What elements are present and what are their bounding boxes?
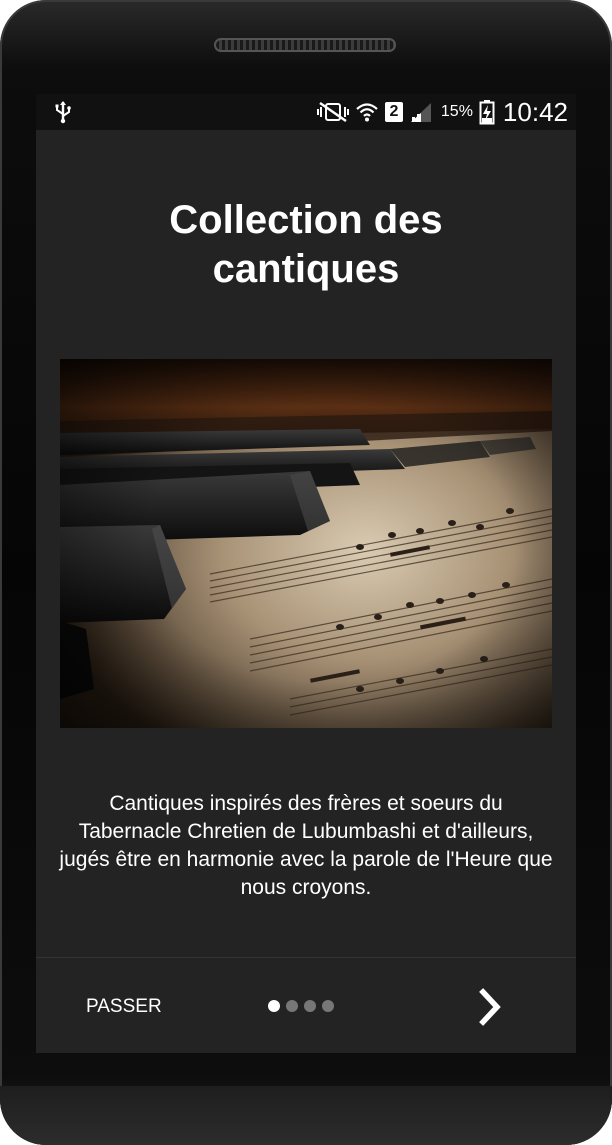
mute-vibrate-icon bbox=[316, 101, 349, 123]
piano-illustration bbox=[60, 359, 552, 728]
skip-button[interactable]: PASSER bbox=[74, 992, 174, 1022]
page-dot-2 bbox=[286, 1000, 298, 1012]
page-dot-4 bbox=[322, 1000, 334, 1012]
next-button[interactable] bbox=[466, 982, 514, 1032]
status-clock: 10:42 bbox=[502, 96, 568, 127]
page-dot-1 bbox=[268, 1000, 280, 1012]
page-dot-3 bbox=[304, 1000, 316, 1012]
wifi-icon bbox=[356, 103, 378, 122]
earpiece-speaker bbox=[214, 38, 396, 52]
title-line-2: cantiques bbox=[212, 247, 400, 291]
page-indicator bbox=[268, 1000, 340, 1012]
status-icons: 2 15% 10:42 bbox=[311, 94, 568, 130]
title-line-1: Collection des bbox=[169, 198, 443, 242]
app-screen: 2 15% 10:42 Collection des cantiques Can… bbox=[36, 94, 576, 1053]
piano-sheet-music-image bbox=[60, 359, 552, 728]
bottom-bar-divider bbox=[36, 957, 576, 958]
sim-badge: 2 bbox=[384, 102, 403, 122]
chevron-right-icon bbox=[479, 988, 501, 1026]
usb-icon bbox=[55, 101, 71, 124]
battery-charging-icon bbox=[479, 100, 495, 125]
signal-icon bbox=[410, 103, 431, 122]
status-bar: 2 15% 10:42 bbox=[36, 94, 576, 130]
phone-frame: 2 15% 10:42 Collection des cantiques Can… bbox=[0, 0, 612, 1145]
onboarding-description: Cantiques inspirés des frères et soeurs … bbox=[59, 792, 553, 899]
battery-percentage: 15% bbox=[440, 103, 473, 120]
phone-chin bbox=[0, 1086, 612, 1145]
onboarding-title: Collection des cantiques bbox=[36, 196, 576, 294]
